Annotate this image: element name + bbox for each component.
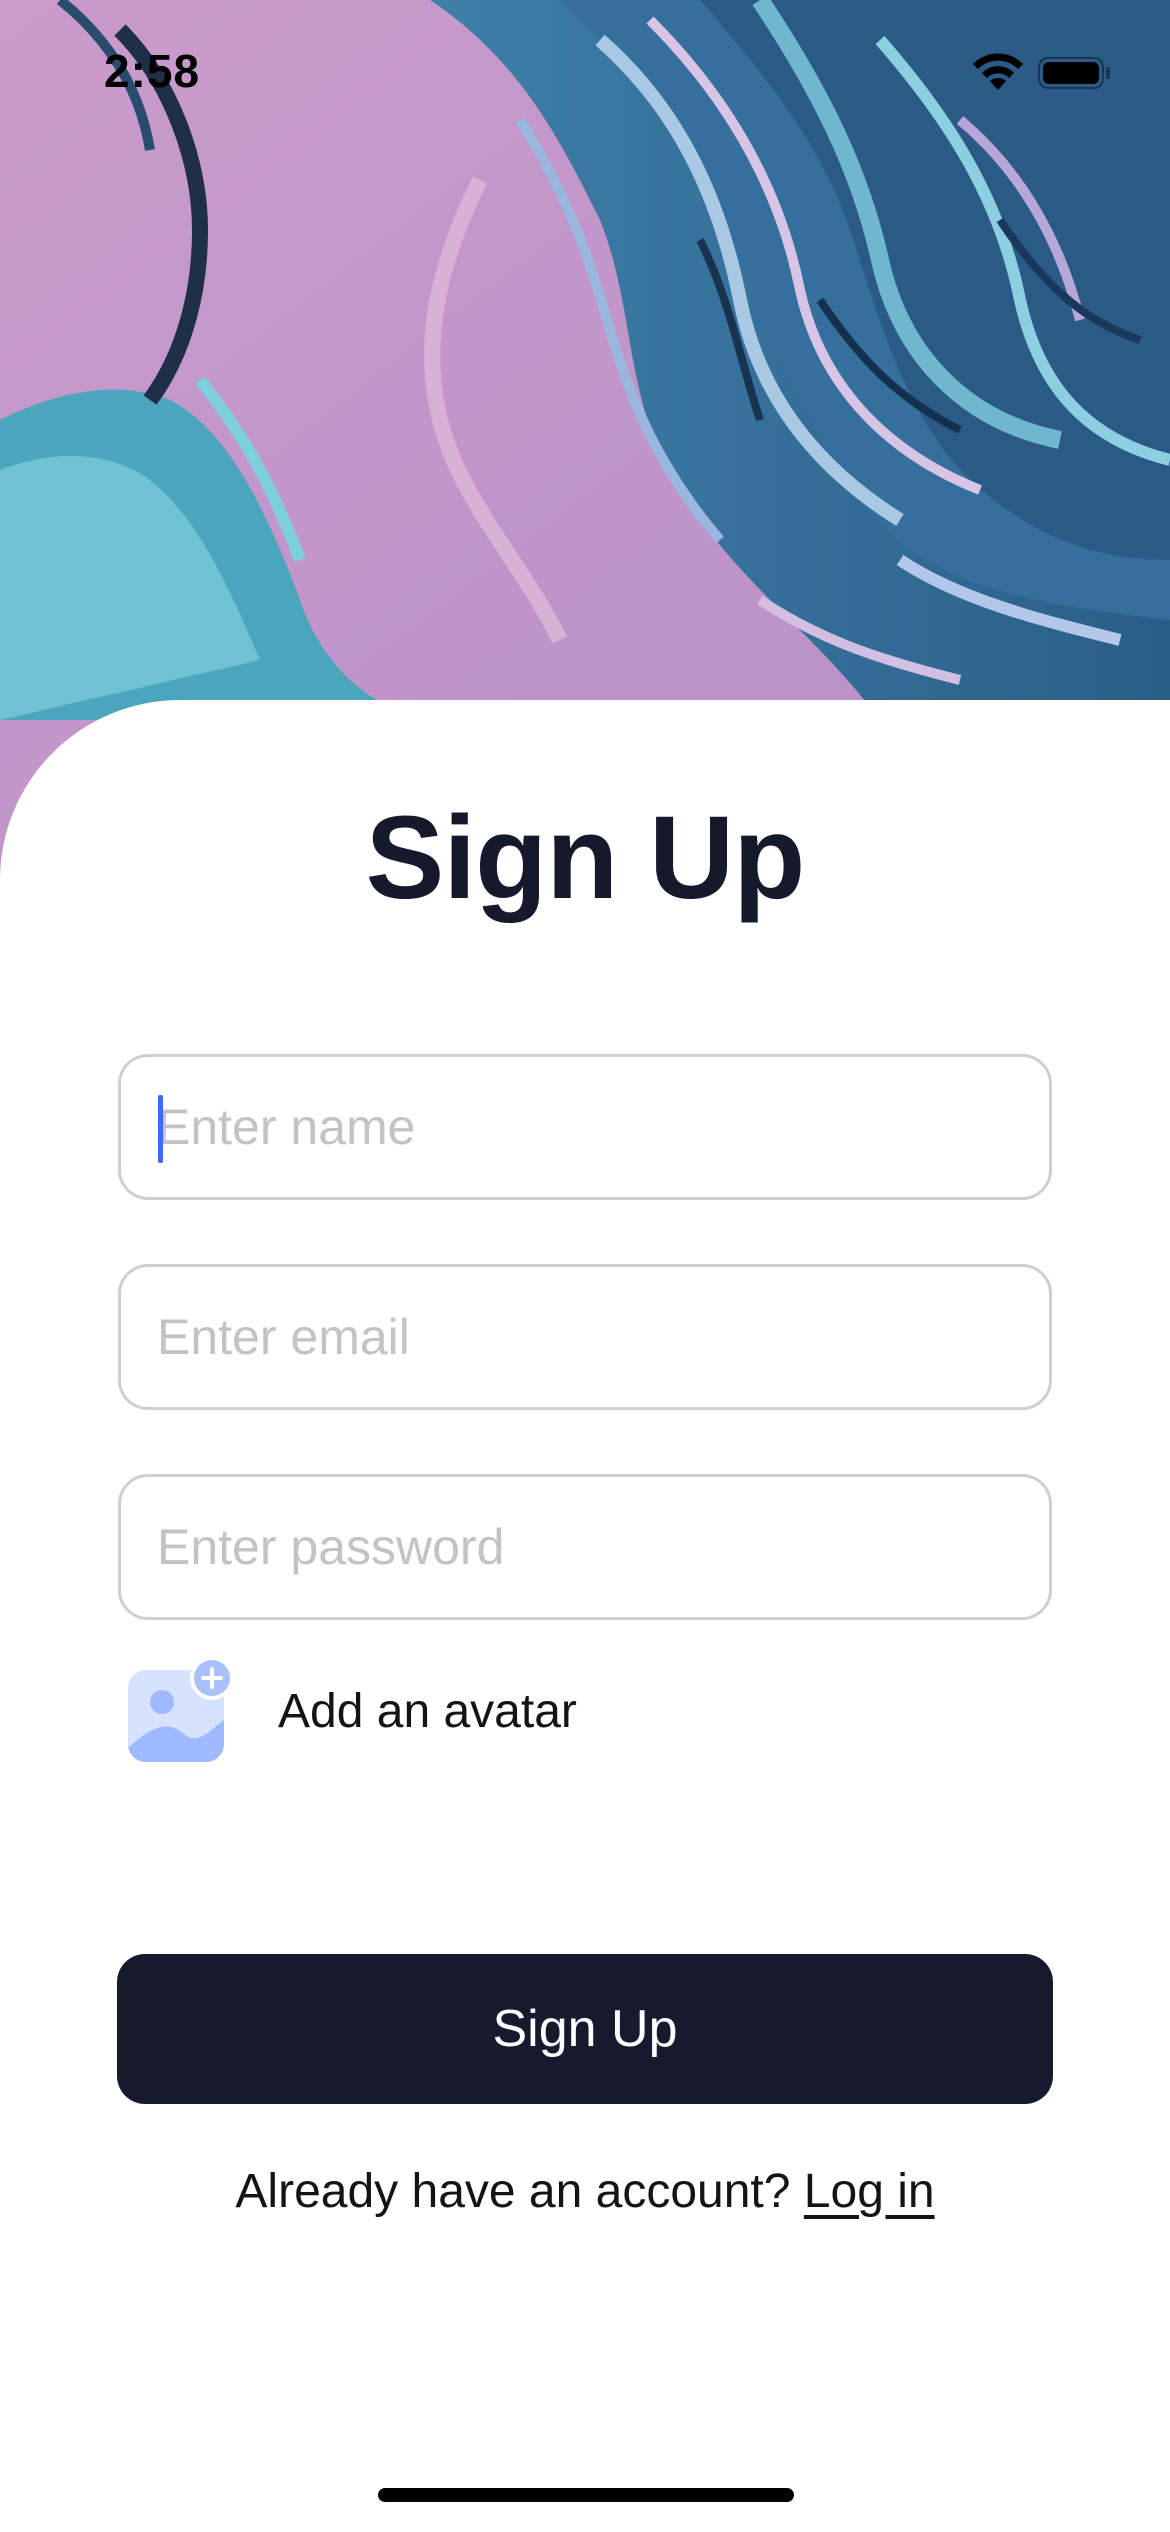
login-prompt-row: Already have an account? Log in bbox=[0, 2164, 1170, 2219]
add-image-icon[interactable] bbox=[124, 1656, 234, 1766]
text-caret bbox=[158, 1095, 163, 1163]
password-input[interactable] bbox=[157, 1477, 1017, 1617]
sign-up-button[interactable]: Sign Up bbox=[117, 1954, 1053, 2104]
wifi-icon bbox=[973, 53, 1023, 90]
email-input[interactable] bbox=[157, 1267, 1017, 1407]
add-avatar-row[interactable]: Add an avatar bbox=[124, 1656, 577, 1766]
battery-icon bbox=[1038, 57, 1110, 89]
login-link[interactable]: Log in bbox=[804, 2165, 935, 2218]
email-field[interactable] bbox=[118, 1264, 1052, 1410]
password-field[interactable] bbox=[118, 1474, 1052, 1620]
page-title: Sign Up bbox=[365, 792, 806, 924]
home-indicator[interactable] bbox=[378, 2488, 794, 2502]
name-input[interactable] bbox=[157, 1057, 1017, 1197]
login-prompt-text: Already have an account? bbox=[235, 2165, 791, 2218]
status-bar: 2:58 bbox=[0, 0, 1170, 150]
status-time: 2:58 bbox=[104, 45, 201, 97]
name-field[interactable] bbox=[118, 1054, 1052, 1200]
add-avatar-label: Add an avatar bbox=[278, 1684, 577, 1738]
